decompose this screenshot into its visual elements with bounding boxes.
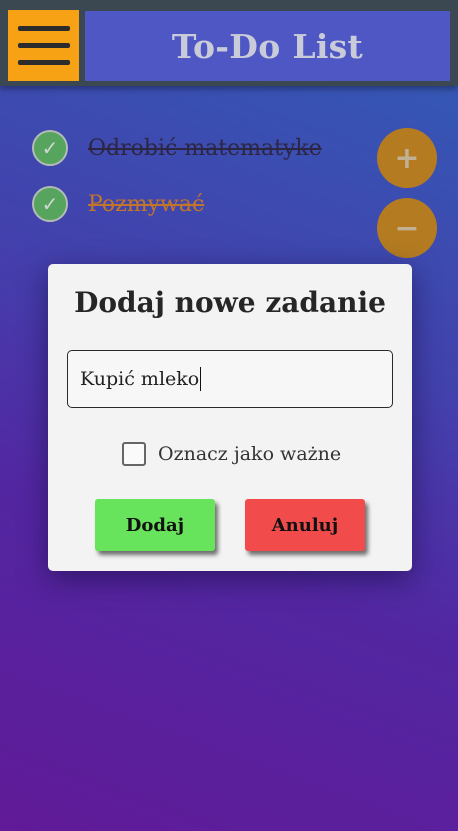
cancel-button[interactable]: Anuluj xyxy=(245,499,365,551)
important-label: Oznacz jako ważne xyxy=(158,443,342,465)
menu-line xyxy=(18,43,70,48)
menu-line xyxy=(18,60,70,65)
dialog-title: Dodaj nowe zadanie xyxy=(74,286,386,319)
important-checkbox[interactable] xyxy=(122,442,146,466)
text-caret xyxy=(200,367,202,391)
add-task-dialog: Dodaj nowe zadanie Kupić mleko Oznacz ja… xyxy=(48,264,412,571)
important-option[interactable]: Oznacz jako ważne xyxy=(122,440,341,468)
hamburger-menu-icon[interactable] xyxy=(8,10,79,81)
menu-line xyxy=(18,26,70,31)
top-bar: To-Do List xyxy=(0,0,458,86)
task-name-input[interactable]: Kupić mleko xyxy=(67,350,393,408)
title-bar: To-Do List xyxy=(85,11,450,81)
app-screen: To-Do List ✓ Odrobić matematyke ✓ Pozmyw… xyxy=(0,0,458,831)
page-title: To-Do List xyxy=(171,26,364,66)
task-name-value: Kupić mleko xyxy=(80,368,200,390)
add-button[interactable]: Dodaj xyxy=(95,499,215,551)
